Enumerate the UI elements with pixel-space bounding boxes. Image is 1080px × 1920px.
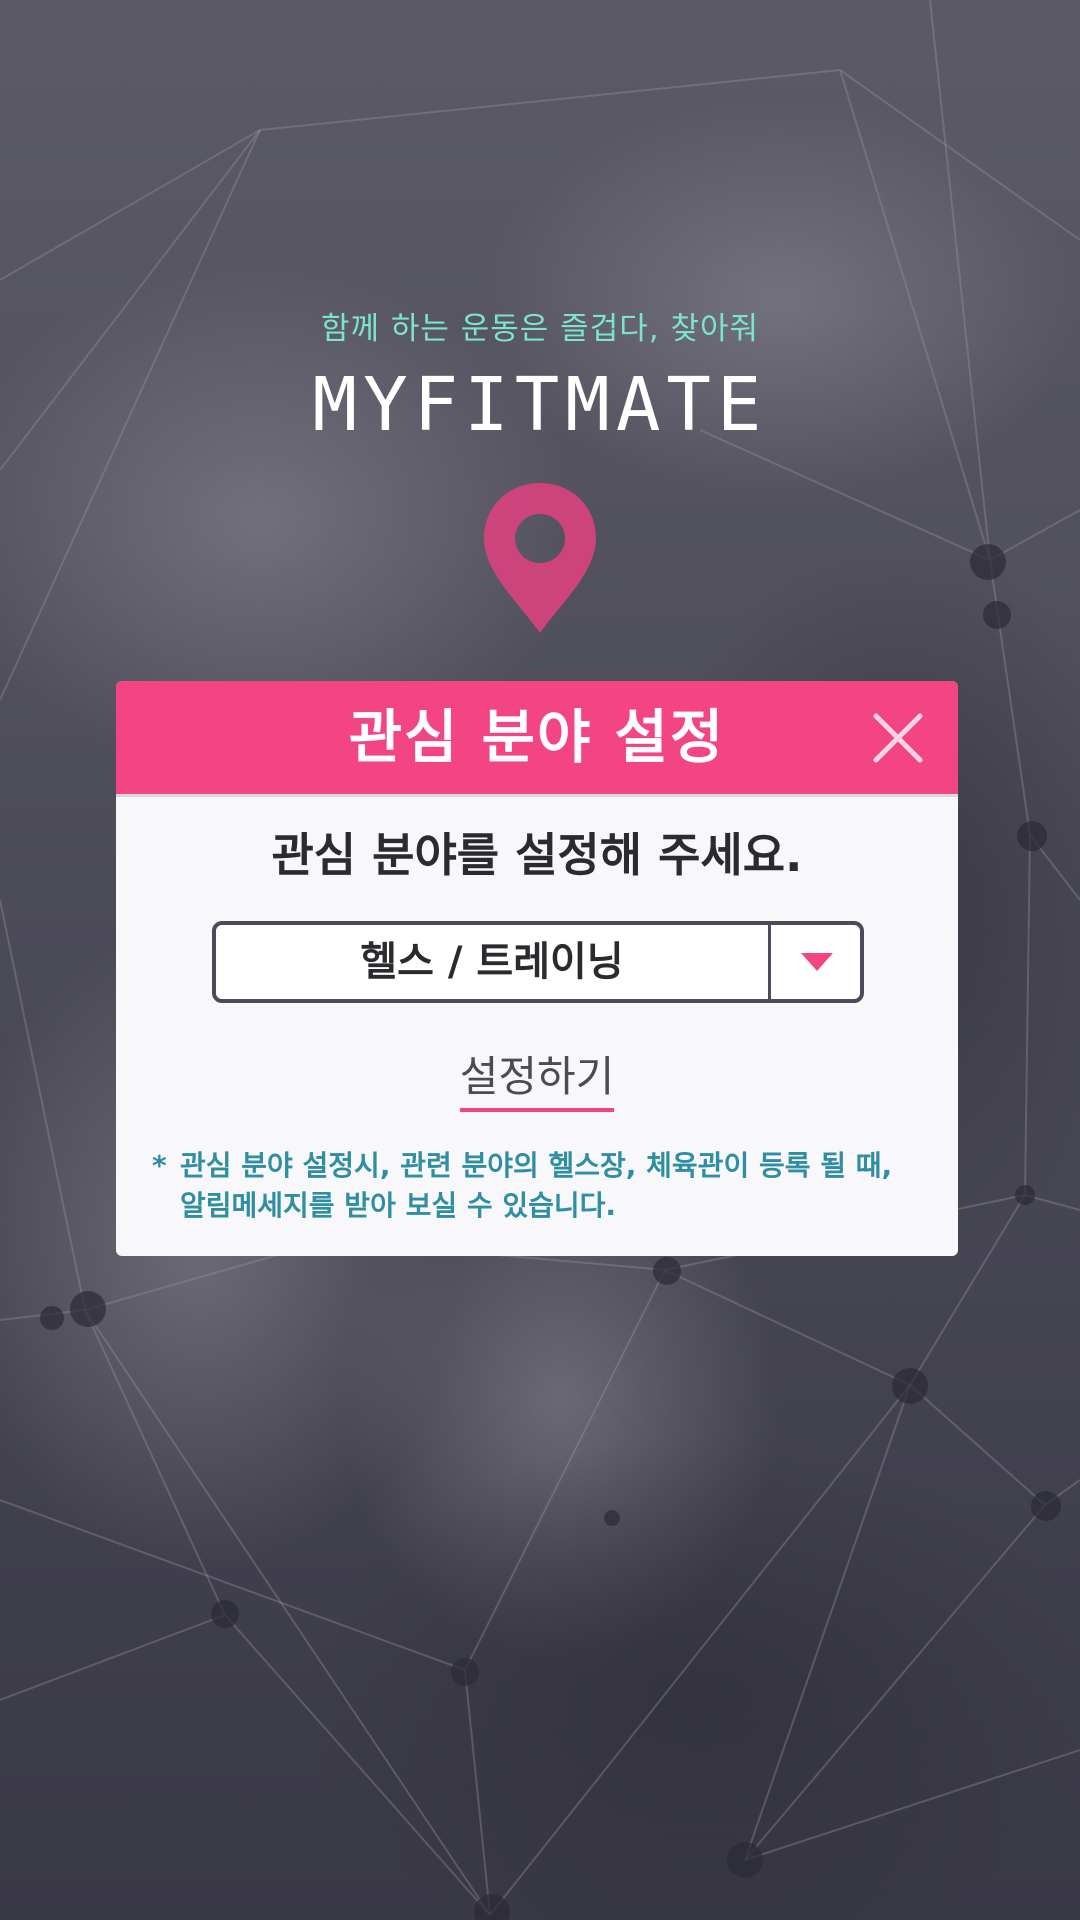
triangle-down-icon	[801, 953, 833, 971]
modal-subtitle: 관심 분야를 설정해 주세요.	[271, 828, 803, 882]
notice-line-2: 알림메세지를 받아 보실 수 있습니다.	[180, 1189, 617, 1222]
notice-text: * 관심 분야 설정시, 관련 분야의 헬스장, 체육관이 등록 될 때, 알림…	[152, 1146, 932, 1226]
app-screen: 함께 하는 운동은 즐겁다, 찾아줘 MYFITMATE 관심 분야 설정 관심…	[0, 0, 1080, 1920]
notice-marker: *	[152, 1149, 167, 1182]
modal-title: 관심 분야 설정	[348, 703, 726, 771]
interest-settings-modal: 관심 분야 설정 관심 분야를 설정해 주세요. 헬스 / 트레이닝 설정하기 …	[116, 681, 958, 1256]
select-arrow-button[interactable]	[768, 925, 863, 999]
map-pin-icon	[484, 483, 596, 633]
close-icon	[873, 713, 923, 763]
close-button[interactable]	[868, 708, 928, 768]
modal-header: 관심 분야 설정	[116, 681, 958, 797]
tagline: 함께 하는 운동은 즐겁다, 찾아줘	[320, 311, 760, 347]
submit-button[interactable]: 설정하기	[116, 1043, 958, 1112]
submit-label: 설정하기	[459, 1043, 615, 1112]
select-value: 헬스 / 트레이닝	[360, 939, 624, 985]
interest-select[interactable]: 헬스 / 트레이닝	[212, 921, 864, 1003]
notice-line-1: 관심 분야 설정시, 관련 분야의 헬스장, 체육관이 등록 될 때,	[180, 1149, 893, 1182]
brand-logo-text: MYFITMATE	[312, 362, 768, 448]
